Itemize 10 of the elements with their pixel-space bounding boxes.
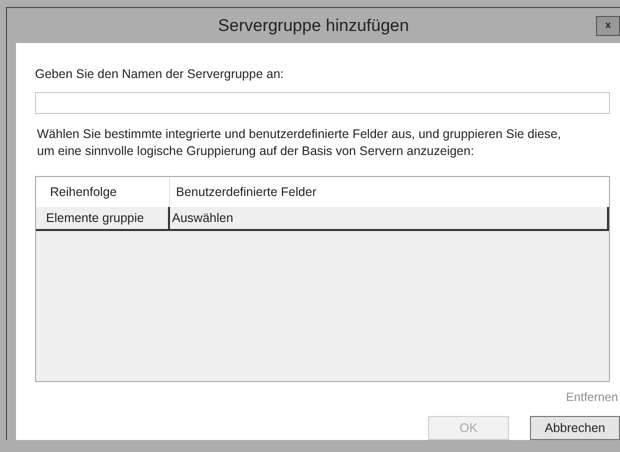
table-row[interactable]: Elemente gruppie Auswählen	[36, 207, 609, 231]
window-title: Servergruppe hinzufügen	[218, 14, 409, 37]
column-header[interactable]: Benutzerdefinierte Felder	[170, 177, 609, 207]
close-button[interactable]: x	[596, 16, 620, 36]
description-text: Wählen Sie bestimmte integrierte und benutzerdefinierte Felder aus, und gruppieren Sie diese, um eine sinnvolle logische Gruppierung auf der Basis von Servern anzuzeigen:	[36, 126, 562, 160]
name-label: Geben Sie den Namen der Servergruppe an:	[35, 66, 285, 84]
table-cell-text: Auswählen	[171, 210, 234, 227]
table-cell: Elemente gruppie	[36, 207, 170, 229]
name-input-field[interactable]	[35, 92, 610, 114]
cancel-button[interactable]: Abbrechen	[530, 416, 620, 440]
